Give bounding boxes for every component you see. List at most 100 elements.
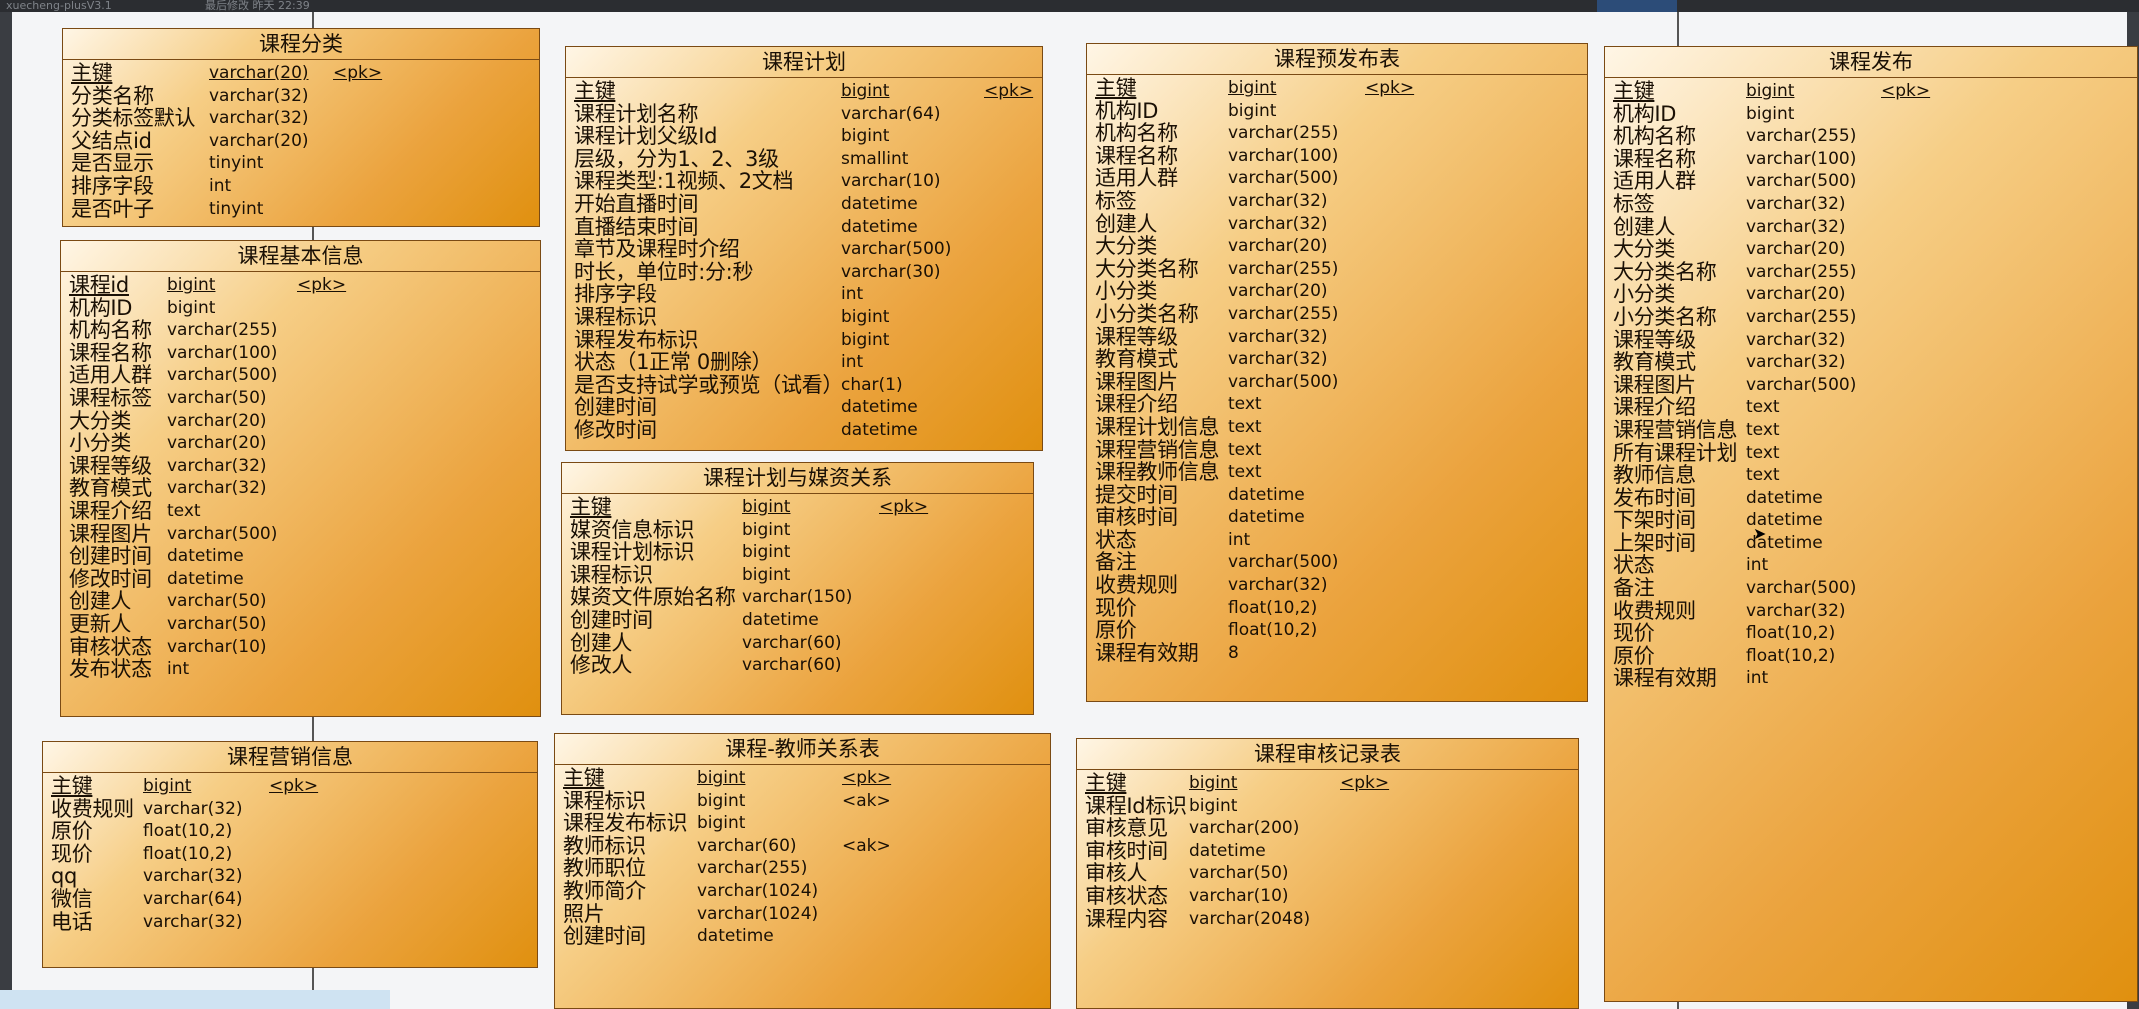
column-row[interactable]: 大分类名称 varchar(255) <box>1087 258 1587 281</box>
column-row[interactable]: 分类名称 varchar(32) <box>63 84 539 108</box>
column-row[interactable]: 主键 bigint <pk> <box>43 775 537 798</box>
entity-kecheng-jiben[interactable]: 课程基本信息 课程id bigint <pk> 机构ID bigint 机构名称 varcha… <box>60 240 541 717</box>
column-row[interactable]: 课程标签 varchar(50) <box>61 387 540 410</box>
column-row[interactable]: 机构ID bigint <box>61 296 540 320</box>
toolbar-button[interactable] <box>1597 0 1677 12</box>
column-row[interactable]: 审核状态 varchar(10) <box>61 635 540 659</box>
entity-kecheng-yingxiao[interactable]: 课程营销信息 主键 bigint <pk> 收费规则 varchar(32) 原价 float… <box>42 741 538 968</box>
column-row[interactable]: 机构ID bigint <box>1087 99 1587 123</box>
column-row[interactable]: 教师信息 text <box>1605 464 2137 487</box>
entity-kecheng-fenlei[interactable]: 课程分类 主键 varchar(20) <pk> 分类名称 varchar(32) 分类标签… <box>62 28 540 227</box>
column-row[interactable]: 收费规则 varchar(32) <box>1087 574 1587 597</box>
column-row[interactable]: 课程教师信息 text <box>1087 461 1587 484</box>
column-row[interactable]: 是否显示 tinyint <box>63 152 539 175</box>
column-row[interactable]: 分类标签默认 varchar(32) <box>63 107 539 130</box>
column-row[interactable]: 教育模式 varchar(32) <box>1605 351 2137 374</box>
column-row[interactable]: 课程图片 varchar(500) <box>1087 371 1587 394</box>
column-row[interactable]: 状态 int <box>1087 529 1587 552</box>
column-row[interactable]: 课程营销信息 text <box>1605 419 2137 442</box>
column-row[interactable]: 教师标识 varchar(60) <ak> <box>555 835 1050 858</box>
column-row[interactable]: 教师简介 varchar(1024) <box>555 880 1050 903</box>
column-row[interactable]: 主键 bigint <pk> <box>1087 77 1587 100</box>
column-row[interactable]: 主键 varchar(20) <pk> <box>63 62 539 85</box>
column-row[interactable]: 所有课程计划 text <box>1605 441 2137 465</box>
column-row[interactable]: 发布时间 datetime <box>1605 487 2137 510</box>
column-row[interactable]: 课程有效期 8 <box>1087 642 1587 665</box>
column-row[interactable]: 课程介绍 text <box>1087 393 1587 416</box>
column-row[interactable]: 下架时间 datetime <box>1605 509 2137 532</box>
column-row[interactable]: 修改时间 datetime <box>61 568 540 591</box>
column-row[interactable]: 直播结束时间 datetime <box>566 215 1042 239</box>
column-row[interactable]: 备注 varchar(500) <box>1605 577 2137 600</box>
column-row[interactable]: 电话 varchar(32) <box>43 910 537 934</box>
column-row[interactable]: 状态 int <box>1605 554 2137 577</box>
column-row[interactable]: 原价 float(10,2) <box>1605 645 2137 668</box>
entity-jihua-meizi[interactable]: 课程计划与媒资关系 主键 bigint <pk> 媒资信息标识 bigint 课程计划标识 b… <box>561 462 1034 715</box>
column-row[interactable]: 小分类 varchar(20) <box>1605 283 2137 306</box>
column-row[interactable]: 主键 bigint <pk> <box>555 767 1050 790</box>
column-row[interactable]: qq varchar(32) <box>43 865 537 888</box>
column-row[interactable]: 课程图片 varchar(500) <box>1605 374 2137 397</box>
column-row[interactable]: 课程id bigint <pk> <box>61 274 540 297</box>
column-row[interactable]: 课程发布标识 bigint <box>555 812 1050 835</box>
column-row[interactable]: 父结点id varchar(20) <box>63 130 539 153</box>
column-row[interactable]: 原价 float(10,2) <box>43 820 537 843</box>
column-row[interactable]: 课程名称 varchar(100) <box>1605 148 2137 171</box>
column-row[interactable]: 时长，单位时:分:秒 varchar(30) <box>566 261 1042 284</box>
column-row[interactable]: 机构ID bigint <box>1605 102 2137 126</box>
column-row[interactable]: 课程名称 varchar(100) <box>1087 145 1587 168</box>
column-row[interactable]: 课程计划父级Id bigint <box>566 125 1042 148</box>
column-row[interactable]: 机构名称 varchar(255) <box>1605 125 2137 148</box>
column-row[interactable]: 教育模式 varchar(32) <box>61 477 540 500</box>
column-row[interactable]: 创建时间 datetime <box>555 925 1050 948</box>
column-row[interactable]: 课程等级 varchar(32) <box>1087 325 1587 349</box>
column-row[interactable]: 审核人 varchar(50) <box>1077 862 1578 885</box>
column-row[interactable]: 小分类 varchar(20) <box>1087 280 1587 303</box>
column-row[interactable]: 创建人 varchar(32) <box>1605 215 2137 239</box>
column-row[interactable]: 创建时间 datetime <box>61 545 540 568</box>
column-row[interactable]: 课程计划名称 varchar(64) <box>566 102 1042 126</box>
column-row[interactable]: 收费规则 varchar(32) <box>1605 600 2137 623</box>
column-row[interactable]: 课程标识 bigint <box>566 306 1042 329</box>
column-row[interactable]: 标签 varchar(32) <box>1605 193 2137 216</box>
column-row[interactable]: 大分类 varchar(20) <box>61 409 540 433</box>
column-row[interactable]: 审核时间 datetime <box>1077 840 1578 863</box>
column-row[interactable]: 课程Id标识 bigint <box>1077 794 1578 818</box>
column-row[interactable]: 小分类名称 varchar(255) <box>1087 303 1587 326</box>
column-row[interactable]: 课程标识 bigint <ak> <box>555 789 1050 813</box>
column-row[interactable]: 是否叶子 tinyint <box>63 197 539 221</box>
column-row[interactable]: 创建人 varchar(32) <box>1087 212 1587 236</box>
column-row[interactable]: 适用人群 varchar(500) <box>1087 167 1587 190</box>
column-row[interactable]: 课程名称 varchar(100) <box>61 342 540 365</box>
column-row[interactable]: 大分类名称 varchar(255) <box>1605 261 2137 284</box>
column-row[interactable]: 教师职位 varchar(255) <box>555 857 1050 880</box>
column-row[interactable]: 微信 varchar(64) <box>43 888 537 911</box>
column-row[interactable]: 小分类 varchar(20) <box>61 432 540 455</box>
column-row[interactable]: 机构名称 varchar(255) <box>1087 122 1587 145</box>
column-row[interactable]: 发布状态 int <box>61 658 540 681</box>
column-row[interactable]: 创建人 varchar(60) <box>562 631 1033 655</box>
column-row[interactable]: 现价 float(10,2) <box>1605 622 2137 645</box>
column-row[interactable]: 审核时间 datetime <box>1087 506 1587 529</box>
column-row[interactable]: 章节及课程时介绍 varchar(500) <box>566 238 1042 261</box>
column-row[interactable]: 更新人 varchar(50) <box>61 613 540 636</box>
column-row[interactable]: 开始直播时间 datetime <box>566 193 1042 216</box>
column-row[interactable]: 创建人 varchar(50) <box>61 590 540 613</box>
column-row[interactable]: 课程计划信息 text <box>1087 416 1587 439</box>
column-row[interactable]: 原价 float(10,2) <box>1087 619 1587 642</box>
entity-kecheng-fabu[interactable]: 课程发布 主键 bigint <pk> 机构ID bigint 机构名称 varchar(25… <box>1604 46 2138 1002</box>
column-row[interactable]: 课程类型:1视频、2文档 varchar(10) <box>566 170 1042 193</box>
column-row[interactable]: 课程标识 bigint <box>562 564 1033 587</box>
column-row[interactable]: 主键 bigint <pk> <box>566 80 1042 103</box>
column-row[interactable]: 课程介绍 text <box>1605 396 2137 419</box>
column-row[interactable]: 机构名称 varchar(255) <box>61 319 540 342</box>
column-row[interactable]: 现价 float(10,2) <box>43 843 537 866</box>
column-row[interactable]: 课程有效期 int <box>1605 667 2137 690</box>
column-row[interactable]: 课程等级 varchar(32) <box>1605 328 2137 352</box>
column-row[interactable]: 大分类 varchar(20) <box>1605 238 2137 261</box>
column-row[interactable]: 课程发布标识 bigint <box>566 328 1042 352</box>
column-row[interactable]: 大分类 varchar(20) <box>1087 235 1587 258</box>
column-row[interactable]: 适用人群 varchar(500) <box>61 364 540 387</box>
column-row[interactable]: 现价 float(10,2) <box>1087 597 1587 620</box>
column-row[interactable]: 主键 bigint <pk> <box>1605 80 2137 103</box>
